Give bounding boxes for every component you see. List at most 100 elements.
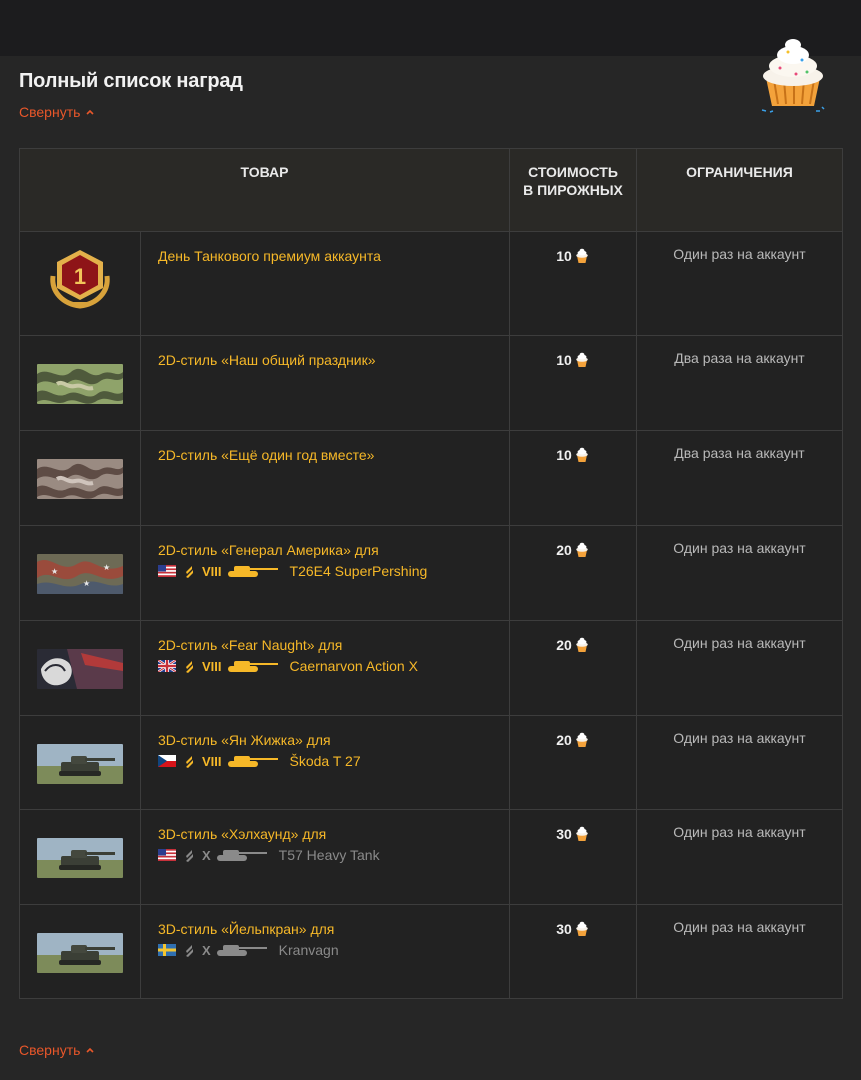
item-limit: Один раз на аккаунт [636, 904, 843, 999]
item-cost-cell: 10 [509, 335, 637, 431]
item-cost: 20 [556, 731, 590, 749]
table-row: 3D-стиль «Йельпкран» для X Kranvagn 30 Один … [19, 904, 843, 999]
camo-america-icon: ★ ★ ★ [37, 554, 123, 594]
item-cost: 10 [556, 247, 590, 265]
item-name-cell: 3D-стиль «Хэлхаунд» для X T57 Heavy Tank [140, 809, 510, 905]
collapse-button-top[interactable]: Свернуть [19, 104, 95, 120]
item-name: 2D-стиль «Генерал Америка» для [158, 542, 379, 558]
tank-silhouette-icon [227, 661, 278, 672]
tank-silhouette-icon [216, 850, 267, 861]
item-cost: 20 [556, 541, 590, 559]
tank-tier: X [202, 847, 211, 863]
heavy-tank-class-icon [186, 945, 193, 957]
cupcake-icon [575, 352, 588, 367]
table-row: ★ ★ ★ 2D-стиль «Генерал Америка» для VIII T26… [19, 525, 843, 621]
tank-info: X Kranvagn [158, 940, 492, 960]
svg-text:★: ★ [103, 563, 110, 572]
item-name: 3D-стиль «Ян Жижка» для [158, 732, 331, 748]
tank-info: VIII Škoda T 27 [158, 751, 492, 771]
cupcake-icon [575, 921, 588, 936]
item-cost: 10 [556, 446, 590, 464]
sweden-flag-icon [158, 944, 176, 956]
tank-name: Škoda T 27 [289, 753, 361, 769]
cost-value: 30 [556, 921, 572, 937]
item-limit: Один раз на аккаунт [636, 231, 843, 336]
item-limit: Один раз на аккаунт [636, 715, 843, 810]
item-image-cell: 1 [19, 231, 141, 336]
table-row: 1 День Танкового премиум аккаунта 10 Один р… [19, 231, 843, 336]
item-image-cell [19, 430, 141, 526]
cost-value: 20 [556, 542, 572, 558]
item-name-cell: День Танкового премиум аккаунта [140, 231, 510, 336]
header-item: ТОВАР [19, 148, 510, 232]
cost-value: 10 [556, 352, 572, 368]
usa-flag-icon [158, 565, 176, 577]
item-cost-cell: 30 [509, 904, 637, 999]
top-bar [0, 0, 861, 56]
item-image-cell [19, 620, 141, 716]
item-limit: Один раз на аккаунт [636, 525, 843, 621]
heavy-tank-class-icon [186, 850, 193, 862]
item-limit: Один раз на аккаунт [636, 620, 843, 716]
header-cost: СТОИМОСТЬ В ПИРОЖНЫХ [509, 148, 637, 232]
collapse-label: Свернуть [19, 104, 81, 120]
item-name-cell: 2D-стиль «Генерал Америка» для VIII T26E4 … [140, 525, 510, 621]
item-cost-cell: 30 [509, 809, 637, 905]
rewards-table: ТОВАР СТОИМОСТЬ В ПИРОЖНЫХ ОГРАНИЧЕНИЯ 1… [19, 148, 843, 999]
heavy-tank-class-icon [186, 661, 193, 673]
camo-brown-icon [37, 459, 123, 499]
tank-tier: VIII [202, 658, 222, 674]
premium-medal-icon: 1 [50, 250, 110, 309]
item-name: 3D-стиль «Йельпкран» для [158, 921, 335, 937]
table-header-row: ТОВАР СТОИМОСТЬ В ПИРОЖНЫХ ОГРАНИЧЕНИЯ [19, 148, 843, 232]
item-cost: 20 [556, 636, 590, 654]
svg-text:1: 1 [74, 264, 86, 289]
collapse-label: Свернуть [19, 1042, 81, 1058]
cupcake-icon [575, 447, 588, 462]
usa-flag-icon [158, 849, 176, 861]
collapse-button-bottom[interactable]: Свернуть [19, 1042, 95, 1058]
tank-info: VIII Caernarvon Action X [158, 656, 492, 676]
item-cost-cell: 20 [509, 525, 637, 621]
page-title: Полный список наград [19, 70, 243, 92]
camo-green-icon [37, 364, 123, 404]
tank-name: Caernarvon Action X [289, 658, 418, 674]
item-cost: 30 [556, 825, 590, 843]
heavy-tank-class-icon [186, 756, 193, 768]
table-row: 2D-стиль «Наш общий праздник» 10 Два раза … [19, 335, 843, 431]
item-name: 2D-стиль «Ещё один год вместе» [158, 447, 375, 463]
item-name-cell: 2D-стиль «Fear Naught» для VIII Caernarvon… [140, 620, 510, 716]
item-name-cell: 3D-стиль «Йельпкран» для X Kranvagn [140, 904, 510, 999]
item-name-cell: 2D-стиль «Наш общий праздник» [140, 335, 510, 431]
tank-name: Kranvagn [278, 942, 339, 958]
item-name-cell: 2D-стиль «Ещё один год вместе» [140, 430, 510, 526]
item-name: 3D-стиль «Хэлхаунд» для [158, 826, 327, 842]
cupcake-icon [575, 732, 588, 747]
svg-text:★: ★ [83, 579, 90, 588]
cost-value: 30 [556, 826, 572, 842]
item-image-cell [19, 809, 141, 905]
cost-value: 10 [556, 248, 572, 264]
svg-text:★: ★ [51, 567, 58, 576]
tank-info: X T57 Heavy Tank [158, 845, 492, 865]
table-row: 2D-стиль «Ещё один год вместе» 10 Два раза… [19, 430, 843, 526]
tank-style-icon [37, 933, 123, 973]
item-limit: Два раза на аккаунт [636, 430, 843, 526]
fear-naught-icon [37, 649, 123, 689]
header-limit: ОГРАНИЧЕНИЯ [636, 148, 843, 232]
uk-flag-icon [158, 660, 176, 672]
item-name: 2D-стиль «Наш общий праздник» [158, 352, 376, 368]
cupcake-icon [575, 826, 588, 841]
item-limit: Два раза на аккаунт [636, 335, 843, 431]
cost-value: 20 [556, 637, 572, 653]
cost-value: 10 [556, 447, 572, 463]
czech-flag-icon [158, 755, 176, 767]
tank-tier: VIII [202, 563, 222, 579]
table-row: 2D-стиль «Fear Naught» для VIII Caernarvon… [19, 620, 843, 716]
item-image-cell: ★ ★ ★ [19, 525, 141, 621]
item-name-cell: 3D-стиль «Ян Жижка» для VIII Škoda T 27 [140, 715, 510, 810]
item-image-cell [19, 715, 141, 810]
tank-tier: VIII [202, 753, 222, 769]
heavy-tank-class-icon [186, 566, 193, 578]
cupcake-icon [575, 248, 588, 263]
